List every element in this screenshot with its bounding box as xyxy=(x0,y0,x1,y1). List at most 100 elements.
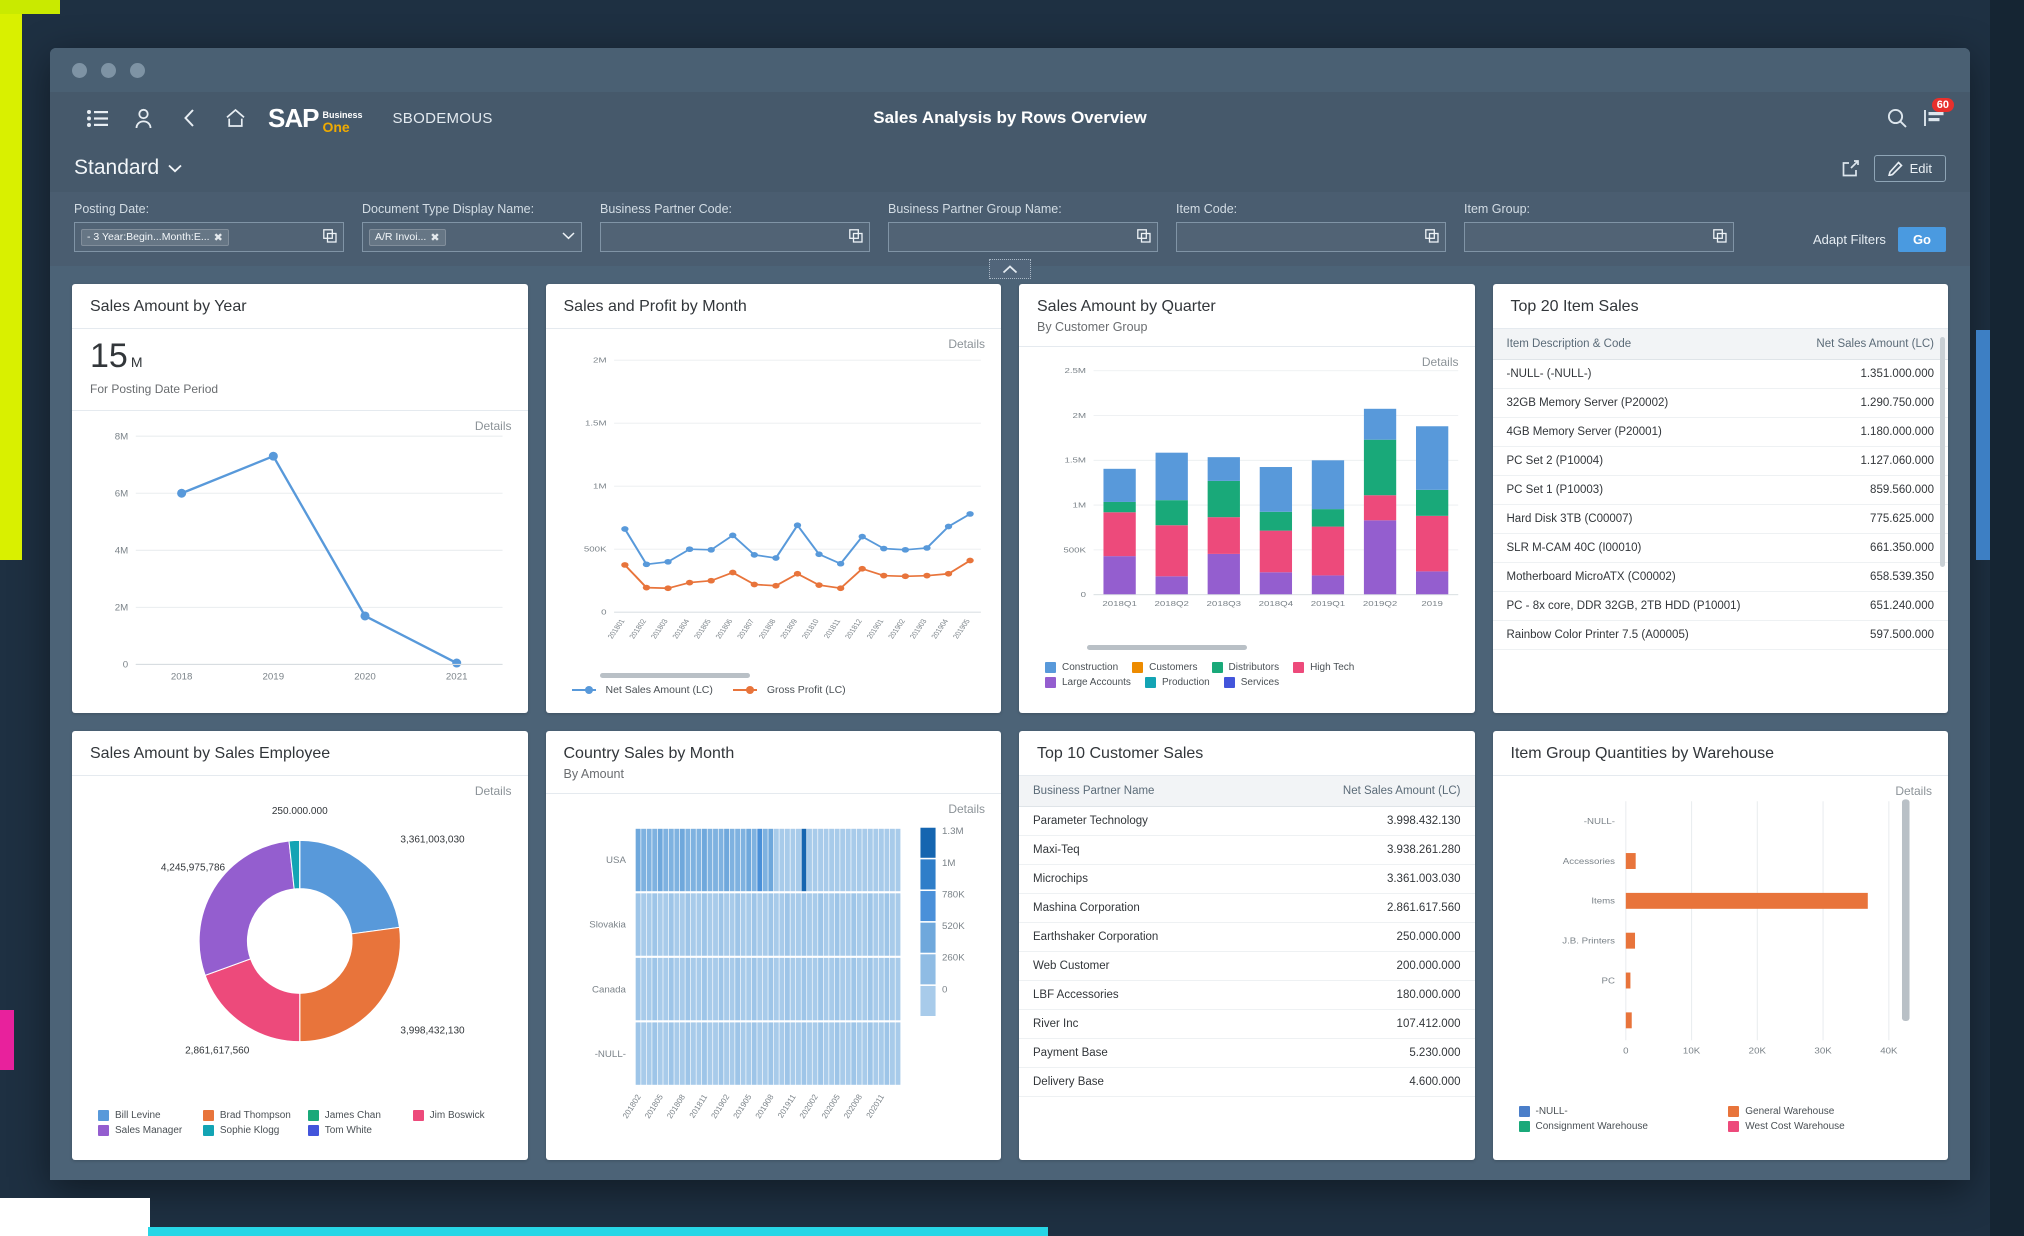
legend-item[interactable]: Construction xyxy=(1045,662,1118,673)
stacked-bar-chart-sales-by-quarter[interactable]: 0500K1M1.5M2M2.5M2018Q12018Q22018Q32018Q… xyxy=(1031,353,1463,643)
table-row[interactable]: PC Set 2 (P10004)1.127.060.000 xyxy=(1493,447,1949,476)
menu-icon[interactable] xyxy=(74,98,120,138)
details-link[interactable]: Details xyxy=(1422,355,1459,369)
item-code-input[interactable] xyxy=(1176,222,1446,252)
legend-item[interactable]: Net Sales Amount (LC) xyxy=(572,684,713,696)
table-row[interactable]: Motherboard MicroATX (C00002)658.539.350 xyxy=(1493,563,1949,592)
adapt-filters-button[interactable]: Adapt Filters xyxy=(1813,232,1886,247)
table-row[interactable]: 32GB Memory Server (P20002)1.290.750.000 xyxy=(1493,389,1949,418)
line-chart-sales-by-year[interactable]: 02M4M6M8M2018201920202021 xyxy=(84,417,516,705)
legend-item[interactable]: Brad Thompson xyxy=(203,1110,294,1121)
table-row[interactable]: Delivery Base4.600.000 xyxy=(1019,1068,1475,1097)
chart-horizontal-scrollbar[interactable] xyxy=(600,673,750,678)
table-row[interactable]: Parameter Technology3.998.432.130 xyxy=(1019,807,1475,836)
horizontal-bar-chart-item-group[interactable]: -NULL-AccessoriesItemsJ.B. PrintersPC010… xyxy=(1505,782,1937,1100)
column-header-amount[interactable]: Net Sales Amount (LC) xyxy=(1785,329,1948,360)
table-row[interactable]: PC - 8x core, DDR 32GB, 2TB HDD (P10001)… xyxy=(1493,592,1949,621)
chart-horizontal-scrollbar[interactable] xyxy=(1087,645,1247,650)
value-help-icon[interactable] xyxy=(1713,229,1727,246)
column-header-item[interactable]: Item Description & Code xyxy=(1493,329,1786,360)
legend-item[interactable]: James Chan xyxy=(308,1110,399,1121)
home-icon[interactable] xyxy=(212,98,258,138)
value-help-icon[interactable] xyxy=(849,229,863,246)
legend-item[interactable]: Customers xyxy=(1132,662,1197,673)
line-chart-sales-profit-month[interactable]: 0500K1M1.5M2M201801201802201803201804201… xyxy=(558,335,990,671)
filter-label: Business Partner Group Name: xyxy=(888,202,1158,216)
table-row[interactable]: River Inc107.412.000 xyxy=(1019,1010,1475,1039)
user-icon[interactable] xyxy=(120,98,166,138)
table-row[interactable]: Web Customer200.000.000 xyxy=(1019,952,1475,981)
card-chart-area: Details 02M4M6M8M2018201920202021 xyxy=(72,411,528,713)
table-row[interactable]: PC Set 1 (P10003)859.560.000 xyxy=(1493,476,1949,505)
table-row[interactable]: Rainbow Color Printer 7.5 (A00005)597.50… xyxy=(1493,621,1949,650)
cell-amount: 180.000.000 xyxy=(1253,981,1475,1010)
item-group-input[interactable] xyxy=(1464,222,1734,252)
window-minimize-dot[interactable] xyxy=(101,63,116,78)
legend-item[interactable]: Production xyxy=(1145,677,1210,688)
table-row[interactable]: Hard Disk 3TB (C00007)775.625.000 xyxy=(1493,505,1949,534)
document-type-select[interactable]: A/R Invoi... ✖ xyxy=(362,222,582,252)
filter-token[interactable]: A/R Invoi... ✖ xyxy=(369,229,446,246)
legend-item[interactable]: West Cost Warehouse xyxy=(1728,1121,1924,1132)
legend-item[interactable]: Large Accounts xyxy=(1045,677,1131,688)
svg-text:201802: 201802 xyxy=(626,618,648,640)
table-row[interactable]: SLR M-CAM 40C (I00010)661.350.000 xyxy=(1493,534,1949,563)
table-row[interactable]: Mashina Corporation2.861.617.560 xyxy=(1019,894,1475,923)
legend-item[interactable]: Services xyxy=(1224,677,1279,688)
legend-item[interactable]: -NULL- xyxy=(1519,1106,1715,1117)
details-link[interactable]: Details xyxy=(948,337,985,351)
heatmap-country-sales[interactable]: USASlovakiaCanada-NULL-20180220180520180… xyxy=(558,800,990,1152)
table-row[interactable]: Earthshaker Corporation250.000.000 xyxy=(1019,923,1475,952)
details-link[interactable]: Details xyxy=(948,802,985,816)
details-link[interactable]: Details xyxy=(1895,784,1932,798)
go-button[interactable]: Go xyxy=(1898,227,1946,252)
table-row[interactable]: LBF Accessories180.000.000 xyxy=(1019,981,1475,1010)
table-row[interactable]: Maxi-Teq3.938.261.280 xyxy=(1019,836,1475,865)
chart-vertical-scrollbar[interactable] xyxy=(1901,799,1909,1021)
table-scroll-container[interactable]: Business Partner Name Net Sales Amount (… xyxy=(1019,776,1475,1160)
legend-item[interactable]: High Tech xyxy=(1293,662,1354,673)
value-help-icon[interactable] xyxy=(1137,229,1151,246)
chevron-down-icon[interactable] xyxy=(562,231,575,243)
bp-group-name-input[interactable] xyxy=(888,222,1158,252)
filter-token[interactable]: - 3 Year:Begin...Month:E... ✖ xyxy=(81,229,229,246)
search-icon[interactable] xyxy=(1886,107,1908,129)
bp-code-input[interactable] xyxy=(600,222,870,252)
legend-item[interactable]: Gross Profit (LC) xyxy=(733,684,846,696)
legend-item[interactable]: Jim Boswick xyxy=(413,1110,504,1121)
collapse-filter-bar-button[interactable] xyxy=(989,259,1031,279)
table-scroll-container[interactable]: Item Description & Code Net Sales Amount… xyxy=(1493,329,1949,713)
value-help-icon[interactable] xyxy=(323,229,337,246)
posting-date-input[interactable]: - 3 Year:Begin...Month:E... ✖ xyxy=(74,222,344,252)
legend-item[interactable]: General Warehouse xyxy=(1728,1106,1924,1117)
cell-amount: 859.560.000 xyxy=(1785,476,1948,505)
table-row[interactable]: Payment Base5.230.000 xyxy=(1019,1039,1475,1068)
remove-token-icon[interactable]: ✖ xyxy=(430,231,439,244)
edit-button[interactable]: Edit xyxy=(1874,155,1946,182)
column-header-bp-name[interactable]: Business Partner Name xyxy=(1019,776,1253,807)
donut-chart-sales-by-employee[interactable]: 3,361,003,0303,998,432,1302,861,617,5604… xyxy=(84,782,516,1104)
chevron-left-icon[interactable] xyxy=(166,98,212,138)
table-scrollbar[interactable] xyxy=(1940,337,1945,567)
remove-token-icon[interactable]: ✖ xyxy=(214,231,223,244)
svg-text:0: 0 xyxy=(123,660,128,671)
table-row[interactable]: 4GB Memory Server (P20001)1.180.000.000 xyxy=(1493,418,1949,447)
legend-item[interactable]: Distributors xyxy=(1212,662,1280,673)
variant-selector[interactable]: Standard xyxy=(74,156,182,180)
legend-item[interactable]: Tom White xyxy=(308,1125,399,1136)
svg-text:0: 0 xyxy=(1623,1046,1628,1055)
details-link[interactable]: Details xyxy=(475,784,512,798)
notifications-icon[interactable]: 60 xyxy=(1922,107,1946,129)
window-maximize-dot[interactable] xyxy=(130,63,145,78)
legend-item[interactable]: Consignment Warehouse xyxy=(1519,1121,1715,1132)
value-help-icon[interactable] xyxy=(1425,229,1439,246)
table-row[interactable]: -NULL- (-NULL-)1.351.000.000 xyxy=(1493,360,1949,389)
details-link[interactable]: Details xyxy=(475,419,512,433)
legend-item[interactable]: Sales Manager xyxy=(98,1125,189,1136)
legend-item[interactable]: Bill Levine xyxy=(98,1110,189,1121)
window-close-dot[interactable] xyxy=(72,63,87,78)
legend-item[interactable]: Sophie Klogg xyxy=(203,1125,294,1136)
share-icon[interactable] xyxy=(1841,159,1860,178)
table-row[interactable]: Microchips3.361.003.030 xyxy=(1019,865,1475,894)
column-header-amount[interactable]: Net Sales Amount (LC) xyxy=(1253,776,1475,807)
